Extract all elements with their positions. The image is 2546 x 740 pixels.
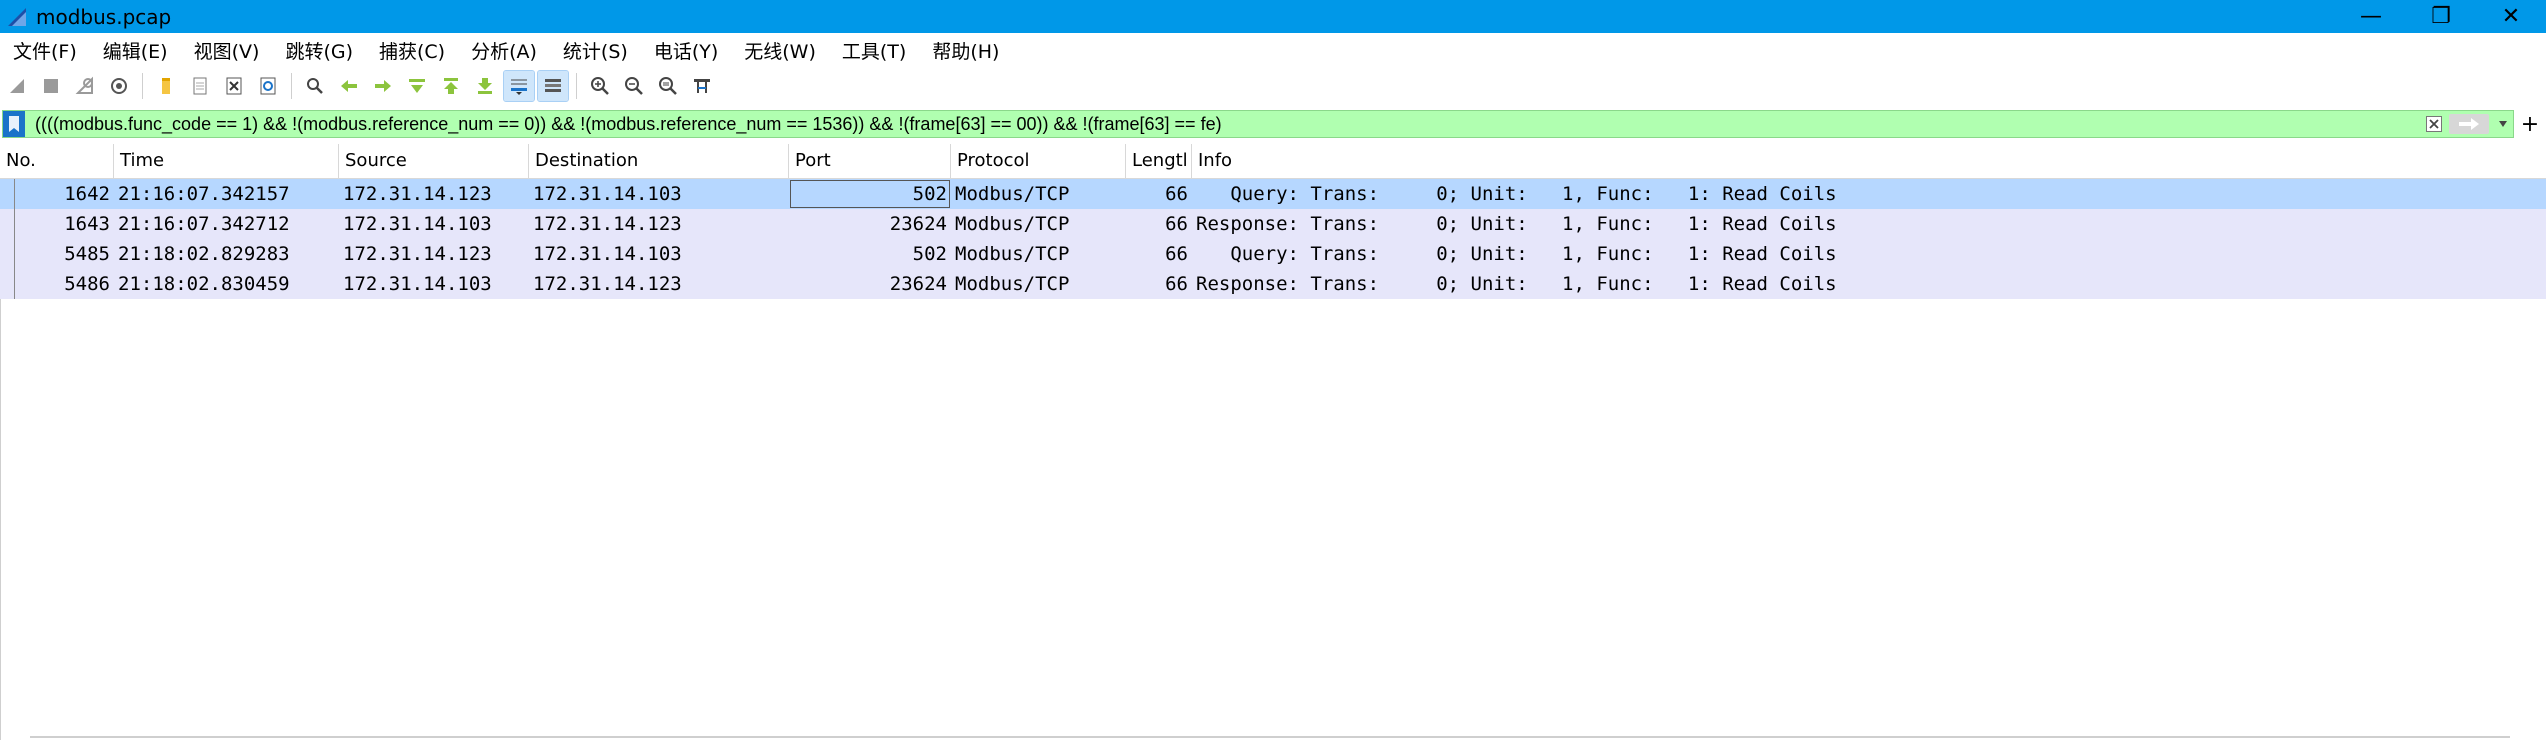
menu-wireless[interactable]: 无线(W) [731, 37, 829, 64]
filter-bookmark-icon[interactable] [3, 111, 25, 137]
toolbar-separator [576, 73, 577, 99]
column-header-time[interactable]: Time [114, 144, 339, 178]
restore-button[interactable]: ❐ [2406, 0, 2476, 33]
reload-file-icon[interactable] [253, 71, 283, 101]
zoom-normal-icon[interactable] [653, 71, 683, 101]
packet-protocol: Modbus/TCP [955, 273, 1070, 295]
packet-port: 23624 [889, 213, 947, 235]
conversation-marker [14, 179, 15, 299]
toolbar-separator [142, 73, 143, 99]
column-header-no[interactable]: No. [0, 144, 114, 178]
packet-row[interactable]: 1642 21:16:07.342157 172.31.14.123 172.3… [0, 179, 2546, 209]
menu-edit[interactable]: 编辑(E) [90, 37, 181, 64]
column-header-protocol[interactable]: Protocol [951, 144, 1126, 178]
display-filter-bar: + [2, 110, 2544, 138]
packet-destination: 172.31.14.123 [533, 273, 682, 295]
zoom-out-icon[interactable] [619, 71, 649, 101]
packet-port: 23624 [889, 273, 947, 295]
close-button[interactable]: ✕ [2476, 0, 2546, 33]
display-filter-box [2, 110, 2514, 138]
column-header-destination[interactable]: Destination [529, 144, 789, 178]
packet-info: Query: Trans: 0; Unit: 1, Func: 1: Read … [1196, 183, 1837, 205]
display-filter-input[interactable] [25, 111, 2423, 137]
colorize-icon[interactable] [537, 70, 569, 102]
packet-no: 5486 [64, 273, 110, 295]
go-last-icon[interactable] [470, 71, 500, 101]
clear-filter-icon[interactable] [2423, 113, 2445, 135]
column-header-port[interactable]: Port [789, 144, 951, 178]
packet-time: 21:18:02.829283 [118, 243, 290, 265]
menu-statistics[interactable]: 统计(S) [550, 37, 641, 64]
menu-file[interactable]: 文件(F) [0, 37, 90, 64]
menu-capture[interactable]: 捕获(C) [366, 37, 458, 64]
packet-port: 502 [789, 179, 951, 209]
menu-go[interactable]: 跳转(G) [272, 37, 366, 64]
column-header-length[interactable]: Lengtl [1126, 144, 1192, 178]
capture-options-icon[interactable] [104, 71, 134, 101]
packet-row[interactable]: 5486 21:18:02.830459 172.31.14.103 172.3… [0, 269, 2546, 299]
packet-row[interactable]: 1643 21:16:07.342712 172.31.14.103 172.3… [0, 209, 2546, 239]
apply-filter-button[interactable] [2449, 114, 2489, 134]
find-packet-icon[interactable] [300, 71, 330, 101]
toolbar-separator [291, 73, 292, 99]
title-bar: modbus.pcap — ❐ ✕ [0, 0, 2546, 33]
wireshark-fin-icon [8, 7, 26, 26]
packet-length: 66 [1165, 183, 1188, 205]
column-header-source[interactable]: Source [339, 144, 529, 178]
restart-capture-icon[interactable] [70, 71, 100, 101]
window-title: modbus.pcap [36, 4, 172, 29]
menu-view[interactable]: 视图(V) [181, 37, 273, 64]
packet-port: 502 [912, 243, 947, 265]
add-filter-button[interactable]: + [2516, 112, 2544, 137]
packet-list-header: No. Time Source Destination Port Protoco… [0, 144, 2546, 179]
packet-time: 21:16:07.342712 [118, 213, 290, 235]
packet-no: 5485 [64, 243, 110, 265]
packet-protocol: Modbus/TCP [955, 243, 1070, 265]
packet-destination: 172.31.14.123 [533, 213, 682, 235]
go-back-icon[interactable] [334, 71, 364, 101]
packet-info: Query: Trans: 0; Unit: 1, Func: 1: Read … [1196, 243, 1837, 265]
packet-protocol: Modbus/TCP [955, 183, 1070, 205]
stop-capture-icon[interactable] [36, 71, 66, 101]
main-toolbar [0, 67, 2546, 105]
filter-history-dropdown[interactable] [2493, 112, 2513, 136]
packet-no: 1643 [64, 213, 110, 235]
packet-source: 172.31.14.103 [343, 273, 492, 295]
go-first-icon[interactable] [436, 71, 466, 101]
menu-bar: 文件(F) 编辑(E) 视图(V) 跳转(G) 捕获(C) 分析(A) 统计(S… [0, 33, 2546, 67]
menu-tools[interactable]: 工具(T) [829, 37, 919, 64]
save-file-icon[interactable] [185, 71, 215, 101]
packet-source: 172.31.14.123 [343, 183, 492, 205]
packet-destination: 172.31.14.103 [533, 243, 682, 265]
packet-length: 66 [1165, 243, 1188, 265]
go-forward-icon[interactable] [368, 71, 398, 101]
packet-length: 66 [1165, 273, 1188, 295]
packet-list: No. Time Source Destination Port Protoco… [0, 144, 2546, 740]
packet-source: 172.31.14.103 [343, 213, 492, 235]
menu-help[interactable]: 帮助(H) [919, 37, 1012, 64]
minimize-button[interactable]: — [2336, 0, 2406, 33]
horizontal-scrollbar[interactable] [30, 736, 2510, 738]
packet-length: 66 [1165, 213, 1188, 235]
column-header-info[interactable]: Info [1192, 144, 2546, 178]
go-to-packet-icon[interactable] [402, 71, 432, 101]
resize-columns-icon[interactable] [687, 71, 717, 101]
packet-protocol: Modbus/TCP [955, 213, 1070, 235]
close-file-icon[interactable] [219, 71, 249, 101]
packet-destination: 172.31.14.103 [533, 183, 682, 205]
packet-no: 1642 [64, 183, 110, 205]
zoom-in-icon[interactable] [585, 71, 615, 101]
menu-telephony[interactable]: 电话(Y) [641, 37, 731, 64]
autoscroll-icon[interactable] [503, 70, 535, 102]
packet-source: 172.31.14.123 [343, 243, 492, 265]
start-capture-icon[interactable] [2, 71, 32, 101]
menu-analyze[interactable]: 分析(A) [458, 37, 550, 64]
packet-time: 21:18:02.830459 [118, 273, 290, 295]
packet-time: 21:16:07.342157 [118, 183, 290, 205]
packet-row[interactable]: 5485 21:18:02.829283 172.31.14.123 172.3… [0, 239, 2546, 269]
packet-info: Response: Trans: 0; Unit: 1, Func: 1: Re… [1196, 213, 1837, 235]
open-file-icon[interactable] [151, 71, 181, 101]
packet-info: Response: Trans: 0; Unit: 1, Func: 1: Re… [1196, 273, 1837, 295]
